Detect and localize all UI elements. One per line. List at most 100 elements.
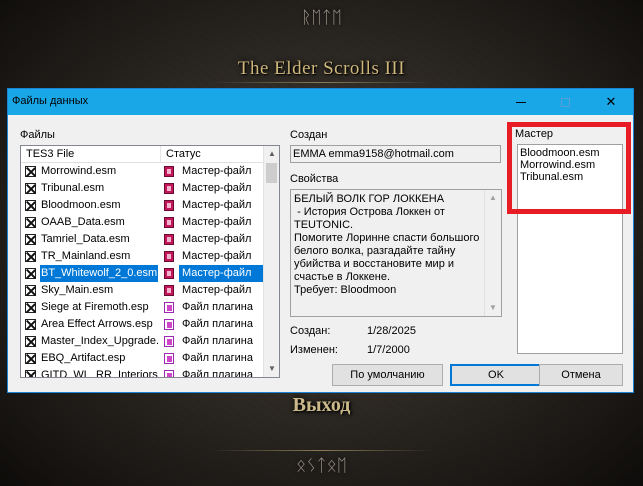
master-file-icon (164, 268, 174, 279)
minimize-button[interactable] (498, 89, 544, 115)
file-name: OAAB_Data.esm (41, 216, 125, 228)
file-name: Sky_Main.esm (41, 284, 114, 296)
game-title-logo: The Elder Scrolls III (237, 58, 406, 79)
master-item: Bloodmoon.esm (520, 147, 600, 159)
file-name: TR_Mainland.esm (41, 250, 131, 262)
file-row[interactable]: EBQ_Artifact.esp Файл плагина (21, 350, 264, 367)
file-status: Мастер-файл (182, 199, 252, 211)
background-ornament-line (210, 450, 433, 451)
file-status: Файл плагина (182, 335, 253, 347)
maximize-button[interactable] (542, 89, 588, 115)
master-item: Tribunal.esm (520, 171, 584, 183)
file-row[interactable]: Morrowind.esm Мастер-файл (21, 163, 264, 180)
file-checkbox[interactable] (25, 319, 36, 330)
file-checkbox[interactable] (25, 166, 36, 177)
dialog-titlebar[interactable]: Файлы данных ✕ (8, 89, 633, 115)
maximize-icon (560, 97, 570, 107)
file-name: Tribunal.esm (41, 182, 105, 194)
file-row[interactable]: Sky_Main.esm Мастер-файл (21, 282, 264, 299)
created-date-value: 1/28/2025 (367, 325, 416, 337)
properties-textbox[interactable]: БЕЛЫЙ ВОЛК ГОР ЛОККЕНА - История Острова… (290, 189, 502, 317)
plugin-file-icon (164, 319, 174, 330)
master-file-icon (164, 183, 174, 194)
file-checkbox[interactable] (25, 183, 36, 194)
plugin-file-icon (164, 302, 174, 313)
file-row[interactable]: Master_Index_Upgrade.esp Файл плагина (21, 333, 264, 350)
file-row[interactable]: Tamriel_Data.esm Мастер-файл (21, 231, 264, 248)
data-files-dialog: Файлы данных ✕ Файлы TES3 File Статус Mo… (7, 88, 634, 393)
file-name: Bloodmoon.esm (41, 199, 121, 211)
file-status: Мастер-файл (182, 233, 252, 245)
master-file-icon (164, 234, 174, 245)
created-by-field: EMMA emma9158@hotmail.com (290, 145, 501, 163)
background-ornament-line (210, 82, 433, 83)
file-row[interactable]: Siege at Firemoth.esp Файл плагина (21, 299, 264, 316)
file-name: Area Effect Arrows.esp (41, 318, 153, 330)
scroll-up-arrow-icon[interactable]: ▲ (264, 146, 279, 162)
file-checkbox[interactable] (25, 268, 36, 279)
properties-label: Свойства (290, 173, 339, 185)
scroll-up-arrow-icon[interactable]: ▲ (485, 190, 501, 206)
file-checkbox[interactable] (25, 285, 36, 296)
plugin-file-icon (164, 370, 174, 377)
properties-text: БЕЛЫЙ ВОЛК ГОР ЛОККЕНА - История Острова… (294, 193, 480, 296)
file-name: BT_Whitewolf_2_0.esm (40, 265, 158, 282)
dialog-title: Файлы данных (12, 95, 89, 107)
file-checkbox[interactable] (25, 234, 36, 245)
files-list-scrollbar[interactable]: ▲ ▼ (263, 146, 279, 377)
file-checkbox[interactable] (25, 370, 36, 377)
files-label: Файлы (20, 129, 55, 141)
created-by-label: Создан (290, 129, 328, 141)
file-status: Файл плагина (182, 301, 253, 313)
file-row[interactable]: Area Effect Arrows.esp Файл плагина (21, 316, 264, 333)
file-name: Morrowind.esm (41, 165, 117, 177)
defaults-button[interactable]: По умолчанию (332, 364, 443, 386)
master-file-icon (164, 200, 174, 211)
file-status: Мастер-файл (182, 165, 252, 177)
file-status: Мастер-файл (182, 216, 252, 228)
cancel-button[interactable]: Отмена (539, 364, 623, 386)
scroll-down-arrow-icon[interactable]: ▼ (485, 300, 501, 316)
created-date-label: Создан: (290, 325, 331, 337)
master-file-icon (164, 285, 174, 296)
file-name: GITD_WL_RR_Interiors.esp (41, 369, 158, 378)
scroll-down-arrow-icon[interactable]: ▼ (264, 361, 279, 377)
file-checkbox[interactable] (25, 217, 36, 228)
file-checkbox[interactable] (25, 336, 36, 347)
files-list[interactable]: TES3 File Статус Morrowind.esm Мастер-фай… (20, 145, 280, 378)
master-item: Morrowind.esm (520, 159, 596, 171)
background-rune-text-bottom: ᛟᛊᛏᛟᛖ (296, 456, 347, 475)
file-checkbox[interactable] (25, 353, 36, 364)
column-header-file[interactable]: TES3 File (21, 146, 161, 163)
close-button[interactable]: ✕ (588, 89, 634, 115)
properties-scrollbar[interactable]: ▲ ▼ (484, 190, 501, 316)
plugin-file-icon (164, 353, 174, 364)
master-file-icon (164, 251, 174, 262)
column-header-status[interactable]: Статус (161, 146, 264, 163)
file-row[interactable]: BT_Whitewolf_2_0.esm Мастер-файл (21, 265, 264, 282)
ok-button[interactable]: OK (450, 364, 542, 386)
master-file-icon (164, 166, 174, 177)
file-row[interactable]: TR_Mainland.esm Мастер-файл (21, 248, 264, 265)
file-row[interactable]: GITD_WL_RR_Interiors.esp Файл плагина (21, 367, 264, 378)
file-name: Tamriel_Data.esm (41, 233, 130, 245)
file-status: Файл плагина (182, 318, 253, 330)
menu-exit-button[interactable]: Выход (0, 394, 643, 417)
file-checkbox[interactable] (25, 251, 36, 262)
scrollbar-thumb[interactable] (266, 163, 277, 183)
file-status: Мастер-файл (182, 284, 252, 296)
file-checkbox[interactable] (25, 302, 36, 313)
file-status: Файл плагина (182, 369, 253, 378)
master-file-icon (164, 217, 174, 228)
masters-list[interactable]: Bloodmoon.esm Morrowind.esm Tribunal.esm (517, 144, 623, 354)
file-row[interactable]: OAAB_Data.esm Мастер-файл (21, 214, 264, 231)
file-row[interactable]: Bloodmoon.esm Мастер-файл (21, 197, 264, 214)
file-status: Мастер-файл (182, 250, 252, 262)
file-status: Мастер-файл (179, 265, 264, 282)
close-icon: ✕ (605, 94, 617, 109)
masters-label: Мастер (515, 128, 554, 140)
files-list-rows: Morrowind.esm Мастер-файл Tribunal.esm Маст… (21, 163, 264, 378)
file-checkbox[interactable] (25, 200, 36, 211)
modified-date-value: 1/7/2000 (367, 344, 410, 356)
file-row[interactable]: Tribunal.esm Мастер-файл (21, 180, 264, 197)
